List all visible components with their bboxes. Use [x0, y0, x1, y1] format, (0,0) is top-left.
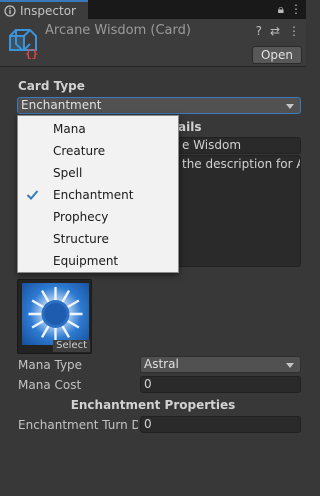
- enchantment-turn-duration-label: Enchantment Turn Du: [18, 418, 138, 432]
- kebab-menu-icon[interactable]: ⋮: [290, 2, 302, 17]
- chevron-down-icon: [286, 104, 294, 109]
- menu-item-creature[interactable]: Creature: [18, 140, 178, 162]
- menu-item-mana[interactable]: Mana: [18, 118, 178, 140]
- card-art-sprite-field[interactable]: Select: [17, 279, 92, 354]
- help-icon[interactable]: ?: [256, 24, 262, 38]
- card-details-heading-fragment: ails: [178, 120, 202, 134]
- mana-cost-field[interactable]: 0: [140, 376, 301, 393]
- menu-item-spell[interactable]: Spell: [18, 162, 178, 184]
- mana-type-value: Astral: [144, 357, 179, 371]
- inspector-header: {} Arcane Wisdom (Card) ? ⇄ ⋮ Open: [0, 19, 306, 67]
- open-button[interactable]: Open: [251, 46, 302, 64]
- card-art-thumbnail: [22, 283, 89, 345]
- card-type-popup-menu: Mana Creature Spell Enchantment Prophecy…: [17, 115, 179, 273]
- menu-item-enchantment[interactable]: Enchantment: [18, 184, 178, 206]
- select-button[interactable]: Select: [53, 340, 90, 352]
- card-description-field[interactable]: the description for Arc: [178, 155, 301, 267]
- tab-inspector[interactable]: Inspector: [0, 0, 88, 19]
- card-type-label: Card Type: [18, 79, 85, 93]
- enchantment-properties-heading: Enchantment Properties: [70, 398, 236, 412]
- asset-title: Arcane Wisdom (Card): [45, 23, 191, 38]
- radial-burst-icon: [28, 287, 83, 341]
- card-type-dropdown[interactable]: Enchantment: [17, 97, 301, 114]
- mana-cost-label: Mana Cost: [18, 378, 82, 392]
- mana-type-dropdown[interactable]: Astral: [140, 356, 301, 373]
- checkmark-icon: [26, 190, 39, 200]
- svg-text:{}: {}: [25, 47, 38, 60]
- more-icon[interactable]: ⋮: [288, 24, 300, 38]
- tab-bar: Inspector 🔒︎ ⋮: [0, 0, 306, 19]
- tab-label: Inspector: [20, 3, 76, 18]
- card-type-value: Enchantment: [21, 98, 102, 112]
- info-icon: [4, 4, 16, 17]
- lock-icon[interactable]: 🔒︎: [278, 2, 284, 17]
- enchantment-turn-duration-field[interactable]: 0: [140, 416, 301, 433]
- menu-item-structure[interactable]: Structure: [18, 228, 178, 250]
- menu-item-equipment[interactable]: Equipment: [18, 250, 178, 272]
- menu-item-prophecy[interactable]: Prophecy: [18, 206, 178, 228]
- mana-type-label: Mana Type: [18, 358, 83, 372]
- card-name-field[interactable]: e Wisdom: [178, 137, 301, 154]
- scriptable-object-icon: {}: [9, 29, 38, 60]
- chevron-down-icon: [286, 363, 294, 368]
- settings-icon[interactable]: ⇄: [270, 24, 280, 38]
